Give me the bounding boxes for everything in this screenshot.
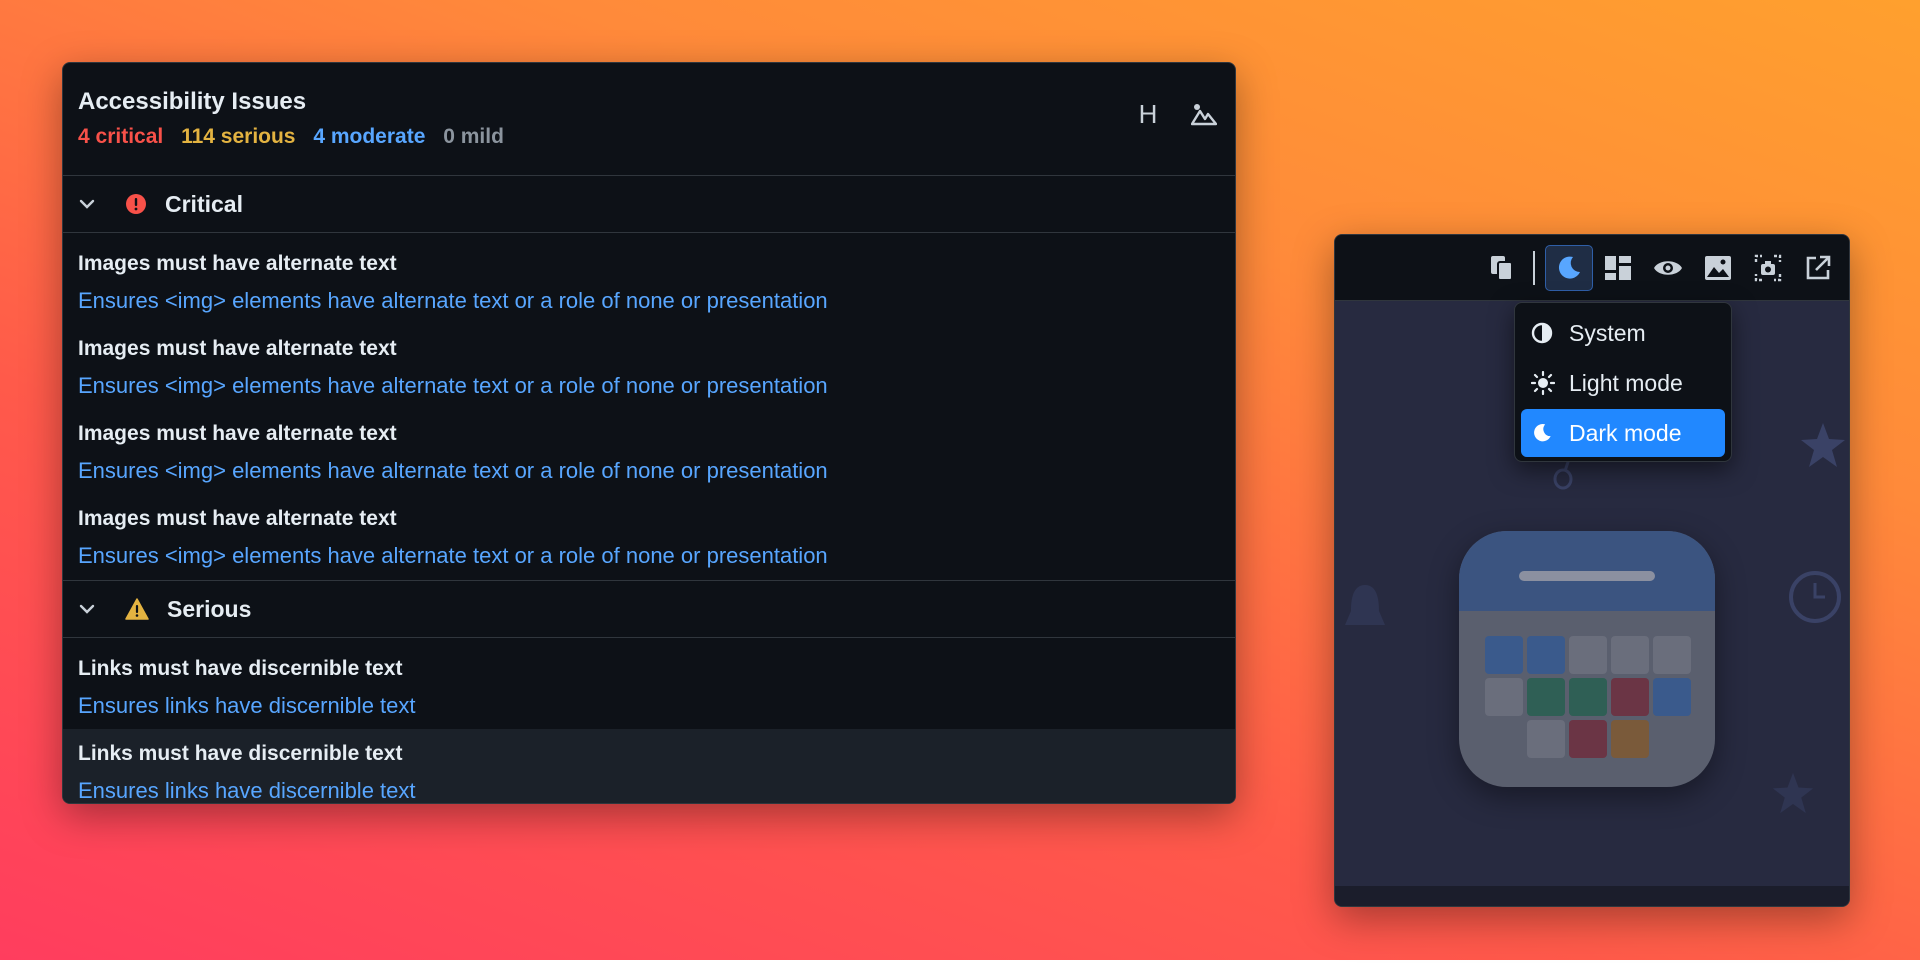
calendar-cell [1569, 720, 1607, 758]
issue-item[interactable]: Links must have discernible text Ensures… [63, 644, 1235, 729]
theme-button[interactable] [1545, 244, 1593, 291]
copy-icon [1491, 255, 1513, 281]
calendar-grid [1485, 636, 1691, 758]
toolbar-divider [1533, 250, 1535, 285]
calendar-cell [1611, 720, 1649, 758]
calendar-cell [1653, 678, 1691, 716]
issue-description: Ensures <img> elements have alternate te… [78, 543, 828, 568]
panel-title: Accessibility Issues [78, 88, 307, 115]
calendar-cell [1611, 678, 1649, 716]
issue-description: Ensures <img> elements have alternate te… [78, 288, 828, 313]
header-actions: H [1133, 99, 1219, 129]
layout-button[interactable] [1593, 245, 1643, 291]
issue-title: Images must have alternate text [78, 252, 397, 275]
critical-exclamation-icon [125, 193, 147, 215]
calendar-cell [1653, 720, 1691, 758]
moon-icon [1531, 422, 1559, 444]
issue-description: Ensures links have discernible text [78, 778, 416, 803]
menu-item-system[interactable]: System [1521, 309, 1725, 357]
menu-item-light-mode[interactable]: Light mode [1521, 359, 1725, 407]
theme-menu: System Light mode Dark mode [1514, 302, 1732, 462]
issue-title: Images must have alternate text [78, 337, 397, 360]
calendar-cell [1527, 678, 1565, 716]
critical-count: 4 critical [78, 125, 164, 148]
star-decoration [1772, 772, 1814, 814]
issue-title: Links must have discernible text [78, 657, 403, 680]
calendar-cell [1527, 720, 1565, 758]
preview-footer [1335, 886, 1849, 906]
section-label: Critical [165, 190, 243, 217]
star-decoration [1801, 423, 1845, 467]
menu-item-label: Dark mode [1569, 419, 1682, 446]
calendar-cell [1611, 636, 1649, 674]
issue-description: Ensures links have discernible text [78, 693, 416, 718]
half-circle-icon [1531, 322, 1559, 344]
bell-decoration [1345, 585, 1385, 625]
calendar-cell [1569, 678, 1607, 716]
screenshot-icon [1754, 254, 1782, 281]
section-critical-header[interactable]: Critical [63, 176, 1235, 233]
chevron-down-icon [79, 604, 105, 614]
mild-count: 0 mild [443, 125, 504, 148]
menu-item-label: Light mode [1569, 369, 1683, 396]
calendar-cell [1485, 678, 1523, 716]
heading-toggle-button[interactable]: H [1133, 99, 1163, 129]
image-icon [1705, 255, 1731, 280]
issue-item[interactable]: Links must have discernible text Ensures… [63, 729, 1235, 803]
critical-issue-list: Images must have alternate text Ensures … [63, 233, 1235, 581]
copy-button[interactable] [1477, 245, 1527, 291]
calendar-illustration [1459, 531, 1715, 787]
heading-label: H [1138, 98, 1158, 129]
vision-button[interactable] [1643, 245, 1693, 291]
calendar-cell [1485, 636, 1523, 674]
issue-description: Ensures <img> elements have alternate te… [78, 458, 828, 483]
moderate-count: 4 moderate [313, 125, 426, 148]
issue-title: Links must have discernible text [78, 742, 403, 765]
calendar-cell [1653, 636, 1691, 674]
issue-item[interactable]: Images must have alternate text Ensures … [63, 324, 1235, 409]
warning-triangle-icon [125, 598, 149, 620]
moon-icon [1558, 256, 1580, 279]
image-button[interactable] [1693, 245, 1743, 291]
clock-decoration [1789, 571, 1841, 623]
issue-item[interactable]: Images must have alternate text Ensures … [63, 494, 1235, 574]
menu-item-label: System [1569, 319, 1646, 346]
issue-item[interactable]: Images must have alternate text Ensures … [63, 239, 1235, 324]
issue-description: Ensures <img> elements have alternate te… [78, 373, 828, 398]
sun-icon [1531, 371, 1559, 395]
open-external-button[interactable] [1793, 245, 1843, 291]
image-mountain-icon [1191, 104, 1217, 126]
screenshot-button[interactable] [1743, 245, 1793, 291]
calendar-bar [1519, 571, 1655, 581]
chevron-down-icon [79, 199, 105, 209]
section-serious-header[interactable]: Serious [63, 581, 1235, 638]
eye-icon [1654, 260, 1682, 275]
issue-title: Images must have alternate text [78, 422, 397, 445]
accessibility-issues-panel: Accessibility Issues 4 critical 114 seri… [62, 62, 1236, 804]
calendar-cell [1527, 636, 1565, 674]
issue-title: Images must have alternate text [78, 507, 397, 530]
menu-item-dark-mode[interactable]: Dark mode [1521, 409, 1725, 457]
calendar-cell [1485, 720, 1523, 758]
severity-counts: 4 critical 114 serious 4 moderate 0 mild [78, 125, 1220, 149]
issues-header: Accessibility Issues 4 critical 114 seri… [63, 63, 1235, 176]
section-label: Serious [167, 595, 252, 622]
issue-item[interactable]: Images must have alternate text Ensures … [63, 409, 1235, 494]
layout-icon [1605, 255, 1631, 280]
calendar-header [1459, 531, 1715, 611]
image-toggle-button[interactable] [1189, 99, 1219, 129]
open-external-icon [1806, 255, 1831, 279]
preview-toolbar [1335, 235, 1849, 301]
serious-count: 114 serious [181, 125, 296, 148]
calendar-cell [1569, 636, 1607, 674]
serious-issue-list: Links must have discernible text Ensures… [63, 638, 1235, 803]
